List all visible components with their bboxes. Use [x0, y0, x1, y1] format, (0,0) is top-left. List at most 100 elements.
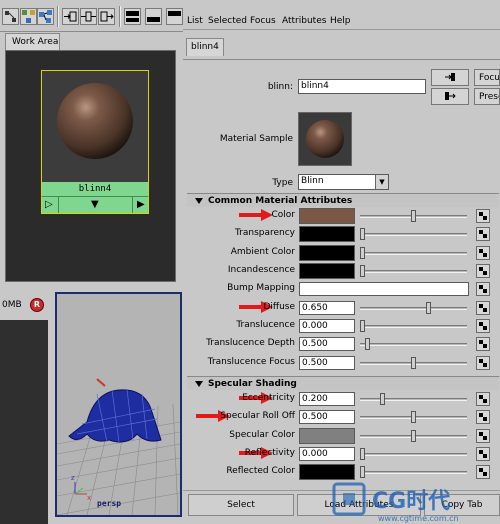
persp-viewport[interactable]: z x	[55, 292, 182, 517]
slider-thumb[interactable]	[360, 466, 365, 478]
outliner-list[interactable]	[0, 320, 48, 524]
attribute-slider[interactable]	[360, 209, 467, 223]
attribute-slider[interactable]	[360, 246, 467, 260]
color-swatch[interactable]	[299, 263, 355, 279]
value-field[interactable]: 0.000	[299, 447, 355, 461]
input-output-connections-icon[interactable]	[80, 8, 97, 25]
attribute-slider[interactable]	[360, 429, 467, 443]
map-texture-icon[interactable]	[476, 429, 490, 443]
attribute-label: Eccentricity	[242, 393, 295, 403]
input-connections-icon[interactable]	[62, 8, 79, 25]
color-swatch[interactable]	[299, 245, 355, 261]
value-field[interactable]: 0.200	[299, 392, 355, 406]
material-sample-swatch	[298, 112, 352, 166]
map-texture-icon[interactable]	[476, 465, 490, 479]
go-to-output-icon[interactable]	[431, 88, 469, 105]
section-specular-shading[interactable]: Specular Shading	[187, 376, 499, 390]
value-field[interactable]: 0.650	[299, 301, 355, 315]
map-texture-icon[interactable]	[476, 264, 490, 278]
attribute-label: Reflected Color	[226, 466, 295, 476]
layout-top-bottom-icon[interactable]	[124, 8, 141, 25]
node-expand-icon[interactable]: ▼	[91, 199, 99, 211]
map-texture-icon[interactable]	[476, 447, 490, 461]
tab-work-area[interactable]: Work Area	[5, 33, 60, 50]
slider-track	[360, 453, 467, 456]
select-button[interactable]: Select	[188, 494, 294, 516]
value-field[interactable]: 0.500	[299, 410, 355, 424]
section-title: Common Material Attributes	[208, 196, 353, 206]
map-texture-icon[interactable]	[476, 410, 490, 424]
slider-thumb[interactable]	[360, 247, 365, 259]
go-to-input-icon[interactable]	[431, 69, 469, 86]
menu-help[interactable]: Help	[330, 16, 351, 26]
value-field[interactable]: 0.500	[299, 337, 355, 351]
graph-network-icon[interactable]	[20, 8, 37, 25]
map-texture-icon[interactable]	[476, 209, 490, 223]
attribute-slider[interactable]	[360, 392, 467, 406]
node-name-field[interactable]: blinn4	[298, 79, 426, 94]
slider-thumb[interactable]	[380, 393, 385, 405]
slider-thumb[interactable]	[360, 265, 365, 277]
node-divider	[132, 197, 133, 213]
node-divider	[58, 197, 59, 213]
menu-focus[interactable]: Focus	[250, 16, 276, 26]
slider-thumb[interactable]	[360, 228, 365, 240]
slider-track	[360, 471, 467, 474]
map-texture-icon[interactable]	[476, 301, 490, 315]
attribute-label: Diffuse	[263, 302, 295, 312]
map-texture-icon[interactable]	[476, 319, 490, 333]
map-texture-icon[interactable]	[476, 392, 490, 406]
menu-list[interactable]: List	[187, 16, 203, 26]
slider-thumb[interactable]	[411, 357, 416, 369]
color-swatch[interactable]	[299, 428, 355, 444]
material-swatch-sphere	[57, 83, 133, 159]
output-connections-icon[interactable]	[98, 8, 115, 25]
attribute-slider[interactable]	[360, 356, 467, 370]
attribute-slider[interactable]	[360, 301, 467, 315]
value-field[interactable]: 0.000	[299, 319, 355, 333]
section-common-material-attributes[interactable]: Common Material Attributes	[187, 193, 499, 207]
map-texture-icon[interactable]	[476, 282, 490, 296]
color-swatch[interactable]	[299, 226, 355, 242]
type-label: Type	[272, 178, 293, 188]
presets-button[interactable]: Presets	[474, 88, 500, 105]
collapse-triangle-icon	[195, 198, 203, 204]
map-texture-icon[interactable]	[476, 356, 490, 370]
attribute-slider[interactable]	[360, 227, 467, 241]
network-nodes-icon[interactable]	[37, 8, 54, 25]
type-dropdown[interactable]: Blinn ▼	[298, 174, 389, 190]
slider-thumb[interactable]	[411, 430, 416, 442]
attribute-slider[interactable]	[360, 319, 467, 333]
map-texture-icon[interactable]	[476, 246, 490, 260]
hypershade-toolbar	[0, 0, 183, 32]
layout-top-icon[interactable]	[166, 8, 183, 25]
slider-thumb[interactable]	[411, 411, 416, 423]
slider-thumb[interactable]	[411, 210, 416, 222]
bump-mapping-field[interactable]	[299, 282, 469, 296]
map-texture-icon[interactable]	[476, 227, 490, 241]
slider-thumb[interactable]	[360, 448, 365, 460]
layout-bottom-icon[interactable]	[145, 8, 162, 25]
attribute-slider[interactable]	[360, 447, 467, 461]
map-texture-icon[interactable]	[476, 337, 490, 351]
graph-materials-icon[interactable]	[2, 8, 19, 25]
render-icon[interactable]: R	[30, 298, 44, 312]
node-play-icon[interactable]: ▷	[45, 199, 53, 211]
focus-button[interactable]: Focus	[474, 69, 500, 86]
slider-thumb[interactable]	[426, 302, 431, 314]
slider-track	[360, 270, 467, 273]
slider-track	[360, 398, 467, 401]
menu-selected[interactable]: Selected	[208, 16, 247, 26]
attribute-slider[interactable]	[360, 410, 467, 424]
attribute-slider[interactable]	[360, 264, 467, 278]
slider-thumb[interactable]	[360, 320, 365, 332]
attribute-slider[interactable]	[360, 337, 467, 351]
attribute-label: Transparency	[234, 228, 295, 238]
attribute-slider[interactable]	[360, 465, 467, 479]
value-field[interactable]: 0.500	[299, 356, 355, 370]
menu-attributes[interactable]: Attributes	[282, 16, 326, 26]
slider-thumb[interactable]	[365, 338, 370, 350]
color-swatch[interactable]	[299, 208, 355, 224]
node-output-icon[interactable]: ▶	[137, 199, 145, 211]
tab-blinn4[interactable]: blinn4	[186, 38, 224, 56]
